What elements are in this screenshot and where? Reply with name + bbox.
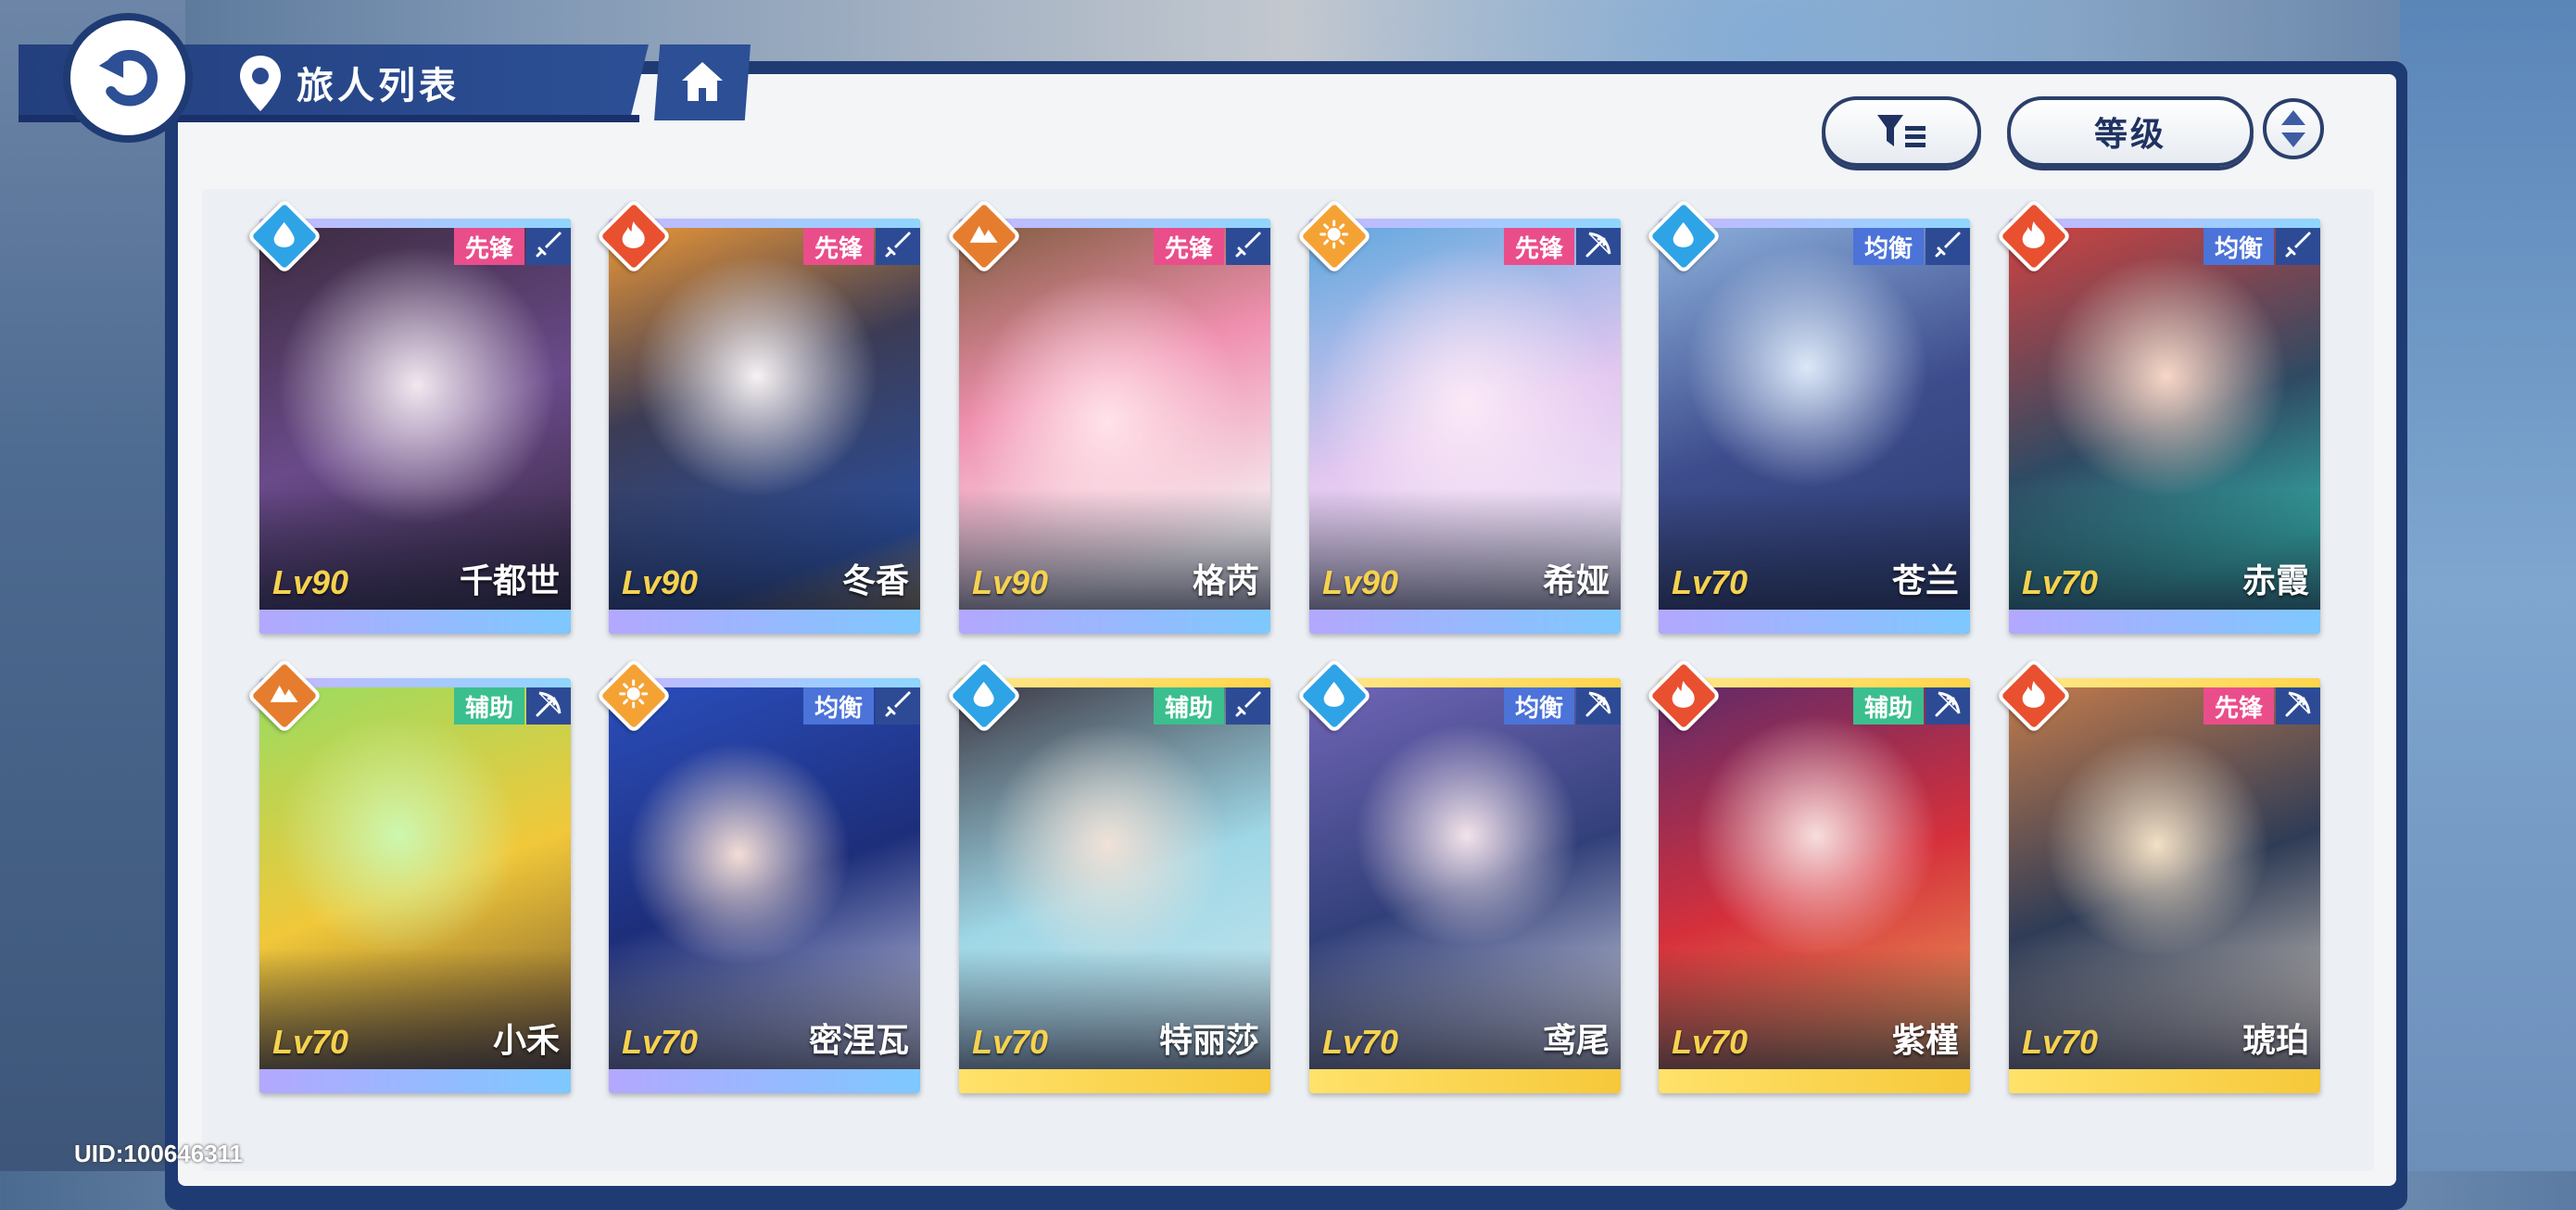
- level-label: Lv70: [622, 1023, 699, 1061]
- user-id: UID:100646311: [74, 1140, 244, 1167]
- level-label: Lv70: [1672, 1023, 1749, 1061]
- card-bottom-bar: [1309, 1069, 1621, 1093]
- weapon-badge: [1926, 687, 1970, 725]
- character-name: 小禾: [492, 1021, 560, 1059]
- card-bottom-bar: [609, 610, 920, 634]
- character-card[interactable]: 先锋 Lv90 格芮: [959, 219, 1270, 634]
- sword-icon: [1233, 230, 1263, 264]
- role-badge: 均衡: [1503, 687, 1574, 725]
- character-name: 希娅: [1542, 561, 1610, 599]
- character-card[interactable]: 均衡 Lv70 苍兰: [1659, 219, 1970, 634]
- character-name: 冬香: [841, 561, 909, 599]
- background-left: [0, 0, 185, 1171]
- weapon-badge: [1576, 687, 1621, 725]
- level-label: Lv90: [1322, 563, 1399, 601]
- role-badge: 辅助: [1852, 687, 1924, 725]
- character-card[interactable]: 先锋 Lv90 千都世: [259, 219, 571, 634]
- back-arrow-icon: [98, 49, 158, 107]
- sword-icon: [1233, 689, 1263, 724]
- character-card[interactable]: 先锋 Lv70 琥珀: [2009, 678, 2320, 1093]
- sword-icon: [2283, 230, 2313, 264]
- background-right: [2400, 0, 2576, 1171]
- role-badge: 均衡: [1852, 228, 1924, 265]
- sort-by-button[interactable]: 等级: [2007, 96, 2254, 167]
- weapon-badge: [2276, 687, 2320, 725]
- level-label: Lv70: [1322, 1023, 1399, 1061]
- bow-icon: [534, 689, 563, 724]
- role-badge: 先锋: [1503, 228, 1574, 265]
- sword-icon: [883, 689, 913, 724]
- card-bottom-bar: [959, 610, 1270, 634]
- back-button[interactable]: [63, 13, 193, 143]
- level-label: Lv90: [622, 563, 699, 601]
- map-pin-icon: [240, 56, 281, 111]
- weapon-badge: [526, 228, 571, 265]
- card-bottom-bar: [2009, 610, 2320, 634]
- bow-icon: [1933, 689, 1963, 724]
- card-bottom-bar: [1309, 610, 1621, 634]
- character-name: 千都世: [459, 561, 560, 599]
- character-name: 密涅瓦: [808, 1021, 909, 1059]
- level-label: Lv70: [2022, 1023, 2099, 1061]
- level-label: Lv90: [272, 563, 349, 601]
- card-bottom-bar: [1659, 610, 1970, 634]
- weapon-badge: [1226, 228, 1270, 265]
- weapon-badge: [2276, 228, 2320, 265]
- role-badge: 辅助: [453, 687, 524, 725]
- weapon-badge: [1226, 687, 1270, 725]
- sword-icon: [883, 230, 913, 264]
- character-card[interactable]: 均衡 Lv70 密涅瓦: [609, 678, 920, 1093]
- level-label: Lv70: [2022, 563, 2099, 601]
- sword-icon: [534, 230, 563, 264]
- card-bottom-bar: [259, 1069, 571, 1093]
- level-label: Lv70: [972, 1023, 1049, 1061]
- weapon-badge: [1576, 228, 1621, 265]
- character-name: 格芮: [1192, 561, 1259, 599]
- role-badge: 先锋: [1153, 228, 1224, 265]
- level-label: Lv90: [972, 563, 1049, 601]
- character-card[interactable]: 辅助 Lv70 特丽莎: [959, 678, 1270, 1093]
- bow-icon: [1584, 230, 1613, 264]
- role-badge: 均衡: [2203, 228, 2274, 265]
- role-badge: 均衡: [802, 687, 874, 725]
- character-name: 琥珀: [2241, 1021, 2309, 1059]
- page-title: 旅人列表: [297, 66, 460, 107]
- sword-icon: [1933, 230, 1963, 264]
- character-name: 紫槿: [1891, 1021, 1959, 1059]
- card-bottom-bar: [609, 1069, 920, 1093]
- filter-button[interactable]: [1822, 96, 1981, 167]
- character-card[interactable]: 辅助 Lv70 小禾: [259, 678, 571, 1093]
- role-badge: 先锋: [2203, 687, 2274, 725]
- character-name: 苍兰: [1891, 561, 1959, 599]
- character-card[interactable]: 均衡 Lv70 鸢尾: [1309, 678, 1621, 1093]
- role-badge: 先锋: [453, 228, 524, 265]
- character-card[interactable]: 先锋 Lv90 希娅: [1309, 219, 1621, 634]
- card-bottom-bar: [1659, 1069, 1970, 1093]
- card-bottom-bar: [959, 1069, 1270, 1093]
- home-button[interactable]: [654, 44, 751, 120]
- character-name: 鸢尾: [1542, 1021, 1610, 1059]
- card-bottom-bar: [2009, 1069, 2320, 1093]
- card-bottom-bar: [259, 610, 571, 634]
- weapon-badge: [876, 228, 920, 265]
- role-badge: 辅助: [1153, 687, 1224, 725]
- sort-order-icon: [2281, 110, 2305, 147]
- weapon-badge: [526, 687, 571, 725]
- bow-icon: [2283, 689, 2313, 724]
- role-badge: 先锋: [802, 228, 874, 265]
- level-label: Lv70: [272, 1023, 349, 1061]
- home-icon: [682, 62, 723, 101]
- character-name: 赤霞: [2241, 561, 2309, 599]
- sort-order-button[interactable]: [2263, 98, 2324, 159]
- bow-icon: [1584, 689, 1613, 724]
- weapon-badge: [876, 687, 920, 725]
- character-name: 特丽莎: [1158, 1021, 1259, 1059]
- character-card[interactable]: 均衡 Lv70 赤霞: [2009, 219, 2320, 634]
- character-card[interactable]: 先锋 Lv90 冬香: [609, 219, 920, 634]
- character-card[interactable]: 辅助 Lv70 紫槿: [1659, 678, 1970, 1093]
- filter-icon: [1877, 115, 1926, 147]
- weapon-badge: [1926, 228, 1970, 265]
- level-label: Lv70: [1672, 563, 1749, 601]
